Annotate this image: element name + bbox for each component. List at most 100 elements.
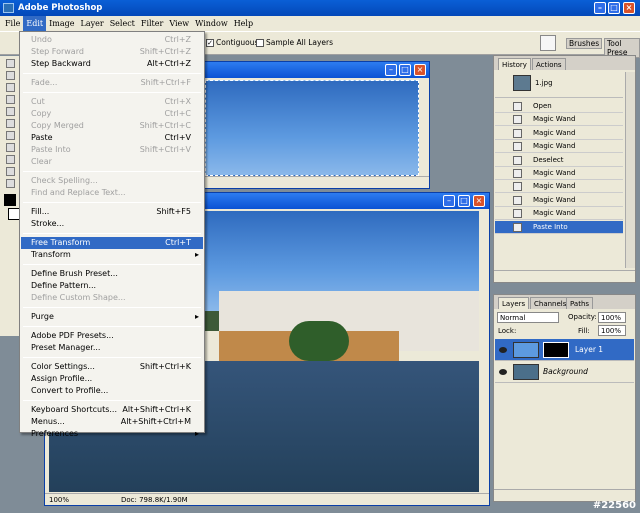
notes-tool-icon[interactable] bbox=[6, 167, 15, 176]
menu-item[interactable]: Copy Merged Shift+Ctrl+C bbox=[21, 120, 203, 132]
menu-item[interactable]: Menus... Alt+Shift+Ctrl+M bbox=[21, 416, 203, 428]
menu-item[interactable]: Check Spelling... bbox=[21, 175, 203, 187]
history-state[interactable]: Magic Wand bbox=[495, 180, 623, 194]
menu-item[interactable]: Find and Replace Text... bbox=[21, 187, 203, 199]
menu-item[interactable]: Fade... Shift+Ctrl+F bbox=[21, 77, 203, 89]
eraser-tool-icon[interactable] bbox=[6, 119, 15, 128]
menu-item[interactable]: Keyboard Shortcuts... Alt+Shift+Ctrl+K bbox=[21, 404, 203, 416]
tab-channels[interactable]: Channels bbox=[530, 297, 571, 309]
doc-minimize-button[interactable]: – bbox=[385, 64, 397, 76]
doc-close-button[interactable]: × bbox=[414, 64, 426, 76]
menu-layer[interactable]: Layer bbox=[78, 16, 107, 31]
lock-label: Lock: bbox=[498, 327, 517, 335]
blur-tool-icon[interactable] bbox=[6, 131, 15, 140]
history-state[interactable]: Deselect bbox=[495, 154, 623, 167]
sample-all-layers-option[interactable]: Sample All Layers bbox=[256, 38, 333, 47]
menu-item[interactable]: Paste Ctrl+V bbox=[21, 132, 203, 144]
history-state[interactable]: Magic Wand bbox=[495, 113, 623, 127]
menu-item[interactable]: Paste Into Shift+Ctrl+V bbox=[21, 144, 203, 156]
healing-tool-icon[interactable] bbox=[6, 95, 15, 104]
menu-file[interactable]: File bbox=[2, 16, 23, 31]
menu-item[interactable]: Undo Ctrl+Z bbox=[21, 34, 203, 46]
lasso-tool-icon[interactable] bbox=[6, 71, 15, 80]
stamp-tool-icon[interactable] bbox=[6, 107, 15, 116]
menu-item[interactable]: Stroke... bbox=[21, 218, 203, 230]
menu-item[interactable]: Transform ▸ bbox=[21, 249, 203, 261]
doc-close-button[interactable]: × bbox=[473, 195, 485, 207]
menu-item[interactable]: Define Custom Shape... bbox=[21, 292, 203, 304]
doc-maximize-button[interactable]: □ bbox=[458, 195, 470, 207]
palette-well-icon[interactable] bbox=[540, 35, 556, 51]
marquee-tool-icon[interactable] bbox=[6, 59, 15, 68]
menu-item[interactable]: Adobe PDF Presets... bbox=[21, 330, 203, 342]
pen-tool-icon[interactable] bbox=[6, 155, 15, 164]
history-state[interactable]: Magic Wand bbox=[495, 127, 623, 140]
menu-edit[interactable]: Edit bbox=[23, 16, 47, 31]
photoshop-icon bbox=[3, 3, 14, 13]
blend-mode-select[interactable]: Normal bbox=[497, 312, 559, 323]
menu-window[interactable]: Window bbox=[192, 16, 231, 31]
submenu-arrow-icon: ▸ bbox=[194, 250, 199, 259]
menu-item[interactable]: Define Pattern... bbox=[21, 280, 203, 292]
menu-help[interactable]: Help bbox=[231, 16, 256, 31]
menu-item-label: Paste Into bbox=[31, 145, 71, 154]
menu-item[interactable]: Purge ▸ bbox=[21, 311, 203, 323]
history-state[interactable]: Magic Wand bbox=[495, 167, 623, 180]
brushes-tab[interactable]: Brushes bbox=[566, 38, 603, 49]
document-window-back: – □ × bbox=[200, 61, 430, 189]
tab-history[interactable]: History bbox=[498, 58, 531, 70]
layer-row-background[interactable]: Background bbox=[495, 361, 634, 383]
zoom-level[interactable]: 100% bbox=[49, 494, 69, 506]
visibility-eye-icon[interactable] bbox=[499, 347, 507, 353]
crop-tool-icon[interactable] bbox=[6, 83, 15, 92]
minimize-button[interactable]: – bbox=[594, 2, 606, 14]
menu-filter[interactable]: Filter bbox=[138, 16, 166, 31]
history-state[interactable]: Magic Wand bbox=[495, 194, 623, 207]
history-state[interactable]: Paste Into bbox=[495, 220, 623, 234]
menu-separator bbox=[23, 307, 201, 308]
foreground-color-swatch[interactable] bbox=[4, 194, 16, 206]
menu-item[interactable]: Free Transform Ctrl+T bbox=[21, 237, 203, 249]
menu-item[interactable]: Color Settings... Shift+Ctrl+K bbox=[21, 361, 203, 373]
menu-item-label: Preferences bbox=[31, 429, 79, 438]
path-select-tool-icon[interactable] bbox=[6, 143, 15, 152]
tab-paths[interactable]: Paths bbox=[566, 297, 594, 309]
menu-item[interactable]: Step Forward Shift+Ctrl+Z bbox=[21, 46, 203, 58]
menu-item[interactable]: Convert to Profile... bbox=[21, 385, 203, 397]
close-button[interactable]: × bbox=[623, 2, 635, 14]
menu-select[interactable]: Select bbox=[107, 16, 138, 31]
history-scrollbar[interactable] bbox=[625, 72, 635, 268]
hand-tool-icon[interactable] bbox=[6, 179, 15, 188]
fill-field[interactable]: 100% bbox=[598, 325, 626, 336]
doc-size[interactable]: Doc: 798.8K/1.90M bbox=[121, 494, 188, 506]
menu-item[interactable]: Preset Manager... bbox=[21, 342, 203, 354]
contiguous-option[interactable]: ✓ Contiguous bbox=[206, 38, 258, 47]
menu-item[interactable]: Assign Profile... bbox=[21, 373, 203, 385]
menu-image[interactable]: Image bbox=[46, 16, 77, 31]
menu-item[interactable]: Clear bbox=[21, 156, 203, 168]
history-state[interactable]: Magic Wand bbox=[495, 207, 623, 221]
document-window-titlebar[interactable]: – □ × bbox=[201, 62, 429, 78]
tab-actions[interactable]: Actions bbox=[532, 58, 566, 70]
history-state[interactable]: Open bbox=[495, 100, 623, 113]
menu-item[interactable]: Copy Ctrl+C bbox=[21, 108, 203, 120]
maximize-button[interactable]: □ bbox=[608, 2, 620, 14]
snapshot-thumbnail bbox=[513, 75, 531, 91]
doc-maximize-button[interactable]: □ bbox=[399, 64, 411, 76]
tab-layers[interactable]: Layers bbox=[498, 297, 530, 309]
layer-row-layer1[interactable]: Layer 1 bbox=[495, 339, 634, 361]
visibility-eye-icon[interactable] bbox=[499, 369, 507, 375]
menu-item[interactable]: Cut Ctrl+X bbox=[21, 96, 203, 108]
menu-item-label: Copy Merged bbox=[31, 121, 84, 130]
menu-view[interactable]: View bbox=[166, 16, 192, 31]
history-snapshot[interactable]: 1.jpg bbox=[495, 72, 623, 98]
menu-item[interactable]: Step Backward Alt+Ctrl+Z bbox=[21, 58, 203, 70]
doc-minimize-button[interactable]: – bbox=[443, 195, 455, 207]
sky-image-canvas[interactable] bbox=[205, 80, 419, 176]
menu-item[interactable]: Fill... Shift+F5 bbox=[21, 206, 203, 218]
history-state[interactable]: Magic Wand bbox=[495, 140, 623, 154]
menu-separator bbox=[23, 357, 201, 358]
opacity-field[interactable]: 100% bbox=[598, 312, 626, 323]
menu-item[interactable]: Define Brush Preset... bbox=[21, 268, 203, 280]
menu-item[interactable]: Preferences ▸ bbox=[21, 428, 203, 440]
